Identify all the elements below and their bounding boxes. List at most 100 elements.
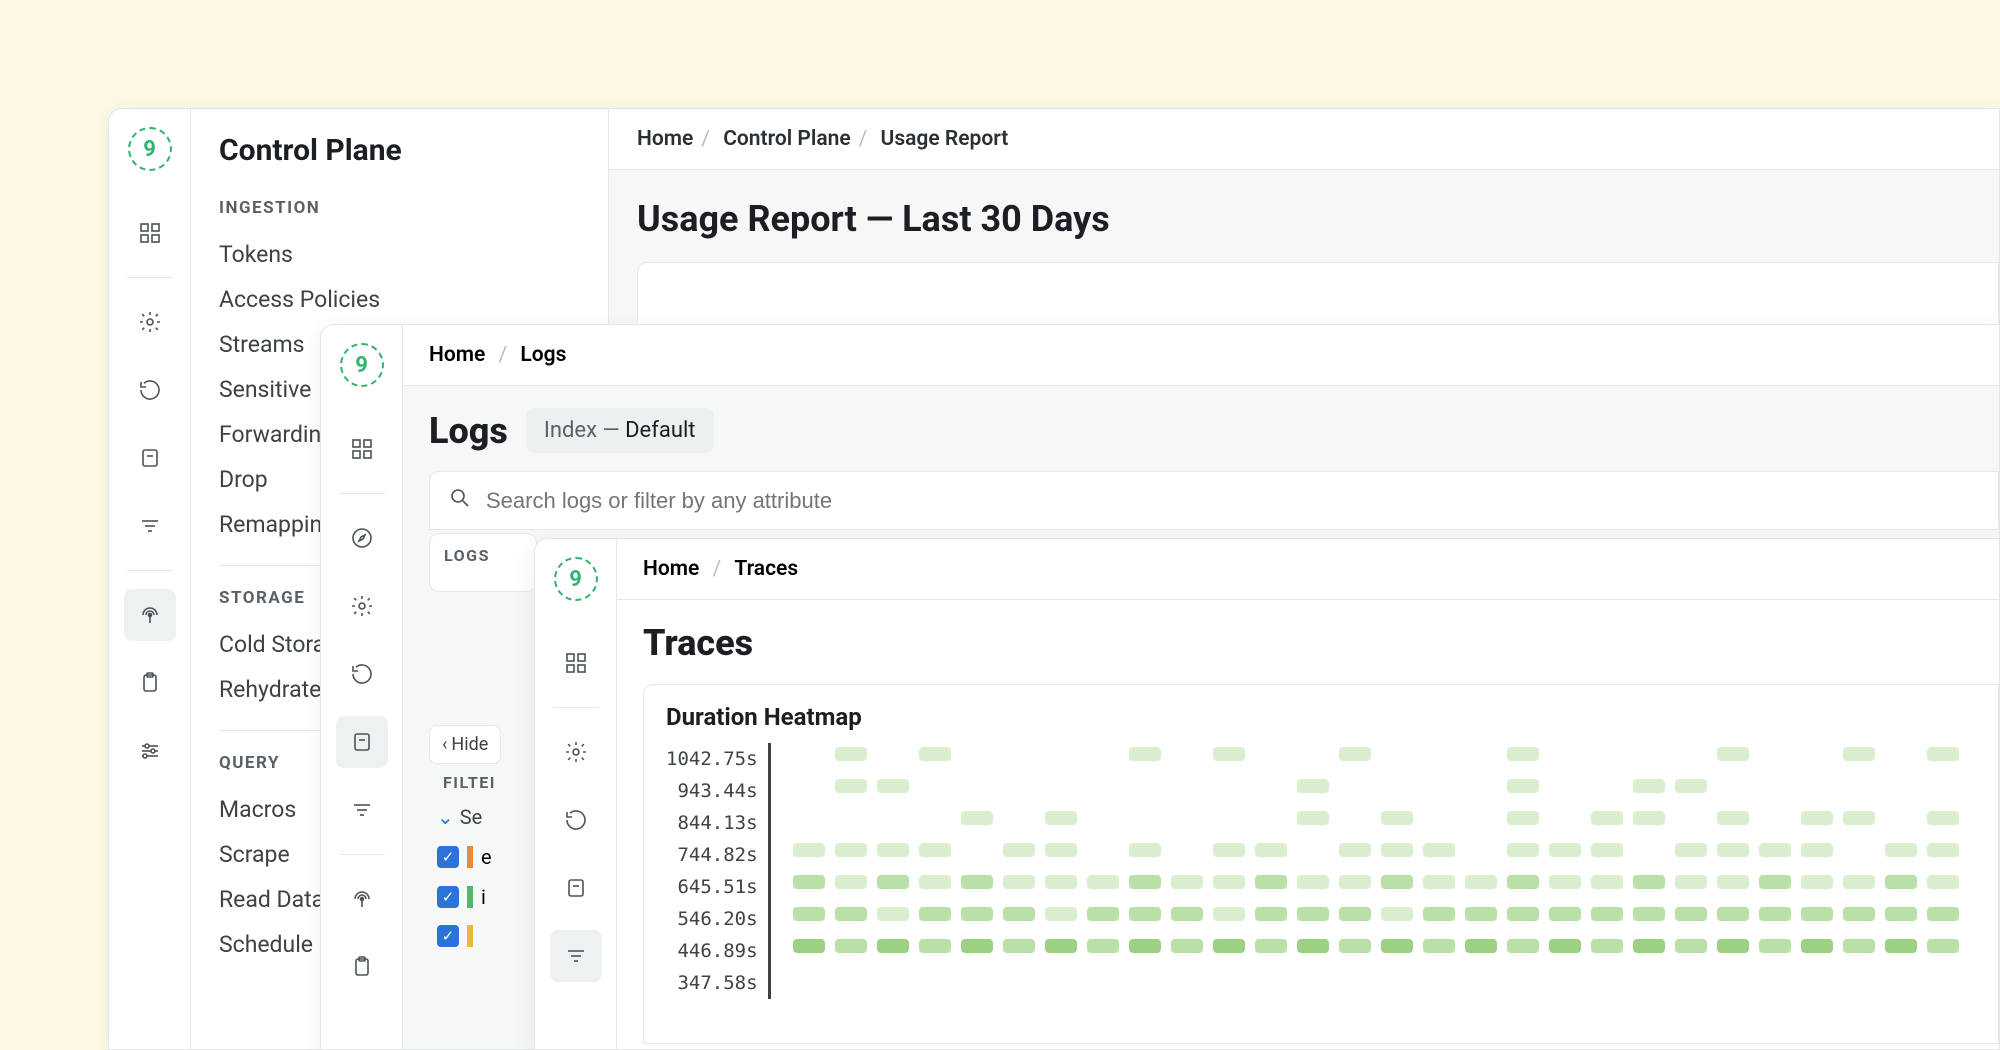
refresh-icon[interactable] (550, 794, 602, 846)
heatmap-cell (961, 875, 993, 889)
search-bar[interactable] (429, 471, 1999, 530)
gear-icon[interactable] (124, 296, 176, 348)
heatmap-cell (1297, 779, 1329, 793)
heatmap-cell (1633, 811, 1665, 825)
heatmap-cell (1759, 875, 1791, 889)
logo-icon: 9 (340, 343, 384, 387)
heatmap-cell (1675, 843, 1707, 857)
heatmap-cell (1843, 747, 1875, 761)
heatmap-cell (1843, 875, 1875, 889)
severity-bar (467, 925, 473, 947)
heatmap-cell (1045, 907, 1077, 921)
heatmap-cell (1297, 811, 1329, 825)
heatmap-cell (1843, 939, 1875, 953)
checkbox-icon[interactable]: ✓ (437, 886, 459, 908)
icon-rail: 9 (535, 539, 617, 1049)
dashboard-icon[interactable] (336, 423, 388, 475)
index-pill-value: Default (625, 418, 695, 443)
heatmap-cell (1213, 843, 1245, 857)
logs-leftcol-title: LOGS (444, 546, 522, 565)
heatmap-cell (1801, 843, 1833, 857)
heatmap-cell (919, 843, 951, 857)
heatmap-cell (1297, 907, 1329, 921)
heatmap-cell (1213, 747, 1245, 761)
heatmap-cell (1045, 875, 1077, 889)
heatmap-cell (1507, 779, 1539, 793)
document-icon[interactable] (336, 716, 388, 768)
filter-row-1[interactable]: ✓e (437, 845, 492, 869)
chevron-down-icon: ⌄ (437, 805, 454, 829)
heatmap-cell (1003, 939, 1035, 953)
dashboard-icon[interactable] (550, 637, 602, 689)
heatmap-cell (1381, 843, 1413, 857)
heatmap-cell (1885, 907, 1917, 921)
heatmap-cell (919, 875, 951, 889)
clipboard-icon[interactable] (336, 941, 388, 993)
y-tick: 546.20s (677, 903, 757, 935)
refresh-icon[interactable] (124, 364, 176, 416)
filter-row-3[interactable]: ✓ (437, 925, 481, 947)
filter-icon[interactable] (124, 500, 176, 552)
heatmap-cell (1675, 939, 1707, 953)
gear-icon[interactable] (336, 580, 388, 632)
refresh-icon[interactable] (336, 648, 388, 700)
heatmap-cell (1087, 939, 1119, 953)
filter-expand[interactable]: ⌄ Se (437, 805, 482, 829)
heatmap-cell (1633, 939, 1665, 953)
crumb-home[interactable]: Home (637, 127, 693, 151)
filter-icon[interactable] (336, 784, 388, 836)
crumb-usage-report[interactable]: Usage Report (881, 127, 1009, 151)
y-tick: 446.89s (677, 935, 757, 967)
heatmap-cell (1717, 907, 1749, 921)
document-icon[interactable] (550, 862, 602, 914)
gear-icon[interactable] (550, 726, 602, 778)
crumb-home[interactable]: Home (429, 343, 485, 367)
heatmap-cell (1927, 843, 1959, 857)
heatmap-cell (1927, 747, 1959, 761)
compass-icon[interactable] (336, 512, 388, 564)
filters-title: FILTEI (443, 773, 496, 792)
filter-row-2[interactable]: ✓i (437, 885, 486, 909)
sliders-icon[interactable] (124, 725, 176, 777)
breadcrumb: Home / Logs (403, 325, 1999, 386)
filter-label: i (481, 885, 486, 909)
heatmap-cell (1591, 907, 1623, 921)
heatmap-cell (1591, 875, 1623, 889)
heatmap-cell (1591, 811, 1623, 825)
heatmap-cell (793, 875, 825, 889)
broadcast-icon[interactable] (124, 589, 176, 641)
broadcast-icon[interactable] (336, 873, 388, 925)
heatmap-cell (877, 939, 909, 953)
heatmap-cell (1507, 843, 1539, 857)
heatmap-grid (793, 743, 1998, 999)
checkbox-icon[interactable]: ✓ (437, 846, 459, 868)
index-pill[interactable]: Index — Default (526, 408, 714, 453)
sidebar-item[interactable]: Access Policies (219, 277, 580, 322)
y-tick: 744.82s (677, 839, 757, 871)
heatmap-cell (1339, 843, 1371, 857)
heatmap-cell (1255, 939, 1287, 953)
breadcrumb: Home / Traces (617, 539, 1999, 600)
heatmap-cell (919, 747, 951, 761)
crumb-home[interactable]: Home (643, 557, 699, 581)
hide-button[interactable]: ‹ Hide (429, 725, 501, 764)
heatmap-cell (1339, 939, 1371, 953)
traces-body: Home / Traces Traces Duration Heatmap 10… (617, 539, 1999, 1049)
sidebar-item[interactable]: Tokens (219, 232, 580, 277)
heatmap-cell (1171, 907, 1203, 921)
dashboard-icon[interactable] (124, 207, 176, 259)
heatmap-cell (1213, 875, 1245, 889)
page-title: Traces (617, 600, 1999, 684)
heatmap-cell (1759, 907, 1791, 921)
checkbox-icon[interactable]: ✓ (437, 925, 459, 947)
crumb-control-plane[interactable]: Control Plane (723, 127, 850, 151)
document-icon[interactable] (124, 432, 176, 484)
heatmap-cell (961, 939, 993, 953)
filter-icon[interactable] (550, 930, 602, 982)
heatmap-cell (1171, 875, 1203, 889)
clipboard-icon[interactable] (124, 657, 176, 709)
crumb-traces[interactable]: Traces (734, 557, 798, 581)
search-input[interactable] (486, 488, 1980, 514)
heatmap-cell (1003, 907, 1035, 921)
crumb-logs[interactable]: Logs (520, 343, 566, 367)
